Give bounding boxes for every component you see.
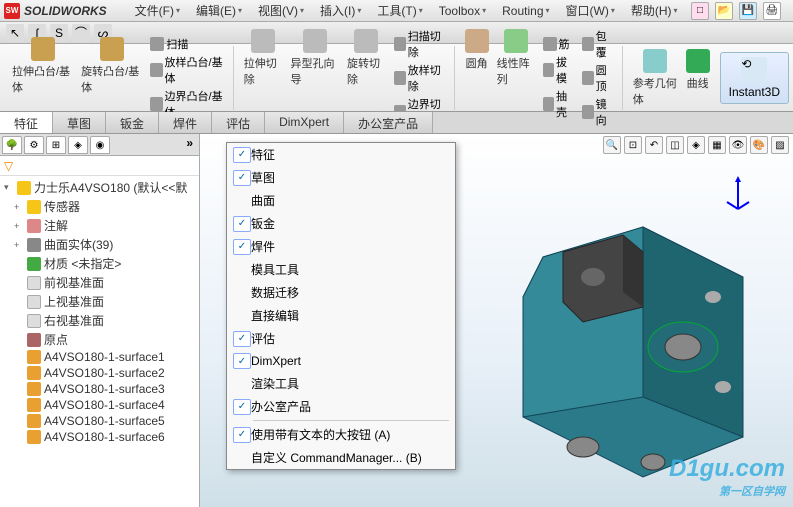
feature-tree: ▾力士乐A4VSO180 (默认<<默 +传感器+注解+曲面实体(39)材质 <… (0, 176, 199, 507)
menubar: SW SOLIDWORKS 文件(F)▾ 编辑(E)▾ 视图(V)▾ 插入(I)… (0, 0, 793, 22)
menu-view[interactable]: 视图(V)▾ (250, 0, 312, 21)
qat-open-button[interactable]: 📂 (715, 2, 733, 20)
loft-cut-button[interactable]: 放样切除 (390, 61, 450, 95)
context-menu-item[interactable]: 自定义 CommandManager... (B) (227, 446, 455, 469)
filter-icon[interactable]: ▽ (4, 159, 13, 173)
panel-tab-config[interactable]: ⊞ (46, 136, 66, 154)
menu-file[interactable]: 文件(F)▾ (127, 0, 188, 21)
zoom-area-button[interactable]: ⊡ (624, 136, 642, 154)
context-menu-item[interactable]: ✓DimXpert (227, 350, 455, 372)
watermark: D1gu.com 第一区自学网 (669, 455, 785, 499)
context-menu-separator (253, 420, 449, 421)
menu-window[interactable]: 窗口(W)▾ (558, 0, 623, 21)
context-menu-item[interactable]: ✓使用带有文本的大按钮 (A) (227, 423, 455, 446)
qat-new-button[interactable]: □ (691, 2, 709, 20)
fillet-button[interactable]: 圆角 (461, 27, 493, 129)
panel-tab-props[interactable]: ⚙ (24, 136, 44, 154)
menu-edit[interactable]: 编辑(E)▾ (188, 0, 250, 21)
app-title: SOLIDWORKS (24, 4, 107, 18)
command-manager-tabs: 特征 草图 钣金 焊件 评估 DimXpert 办公室产品 (0, 112, 793, 134)
tree-item[interactable]: A4VSO180-1-surface4 (2, 397, 197, 413)
context-menu-item[interactable]: 直接编辑 (227, 304, 455, 327)
curves-button[interactable]: 曲线 (682, 47, 714, 109)
context-menu-item[interactable]: ✓钣金 (227, 212, 455, 235)
tab-evaluate[interactable]: 评估 (212, 112, 265, 133)
extrude-boss-button[interactable]: 拉伸凸台/基体 (8, 35, 77, 121)
menu-toolbox[interactable]: Toolbox▾ (431, 2, 494, 20)
tree-item[interactable]: 材质 <未指定> (2, 254, 197, 273)
ref-geometry-button[interactable]: 参考几何体 (629, 47, 682, 109)
context-menu-item[interactable]: 数据迁移 (227, 281, 455, 304)
tab-sketch[interactable]: 草图 (53, 112, 106, 133)
ribbon: 拉伸凸台/基体 旋转凸台/基体 扫描 放样凸台/基体 边界凸台/基体 拉伸切除 … (0, 44, 793, 112)
panel-tabs: 🌳 ⚙ ⊞ ◈ ◉ » (0, 134, 199, 156)
context-menu-item[interactable]: 模具工具 (227, 258, 455, 281)
qat-print-button[interactable]: 🖨 (763, 2, 781, 20)
menu-help[interactable]: 帮助(H)▾ (623, 0, 686, 21)
zoom-fit-button[interactable]: 🔍 (603, 136, 621, 154)
heads-up-toolbar: 🔍 ⊡ ↶ ◫ ◈ ▦ 👁 🎨 ▨ (603, 136, 789, 154)
tab-office[interactable]: 办公室产品 (344, 112, 433, 133)
instant3d-button[interactable]: ⟲ Instant3D (720, 52, 789, 104)
context-menu-item[interactable]: 曲面 (227, 189, 455, 212)
menu-insert[interactable]: 插入(I)▾ (312, 0, 369, 21)
panel-collapse-button[interactable]: » (182, 136, 197, 153)
panel-tab-tree[interactable]: 🌳 (2, 136, 22, 154)
context-menu-item[interactable]: ✓评估 (227, 327, 455, 350)
app-logo: SW (4, 3, 20, 19)
tree-item[interactable]: A4VSO180-1-surface5 (2, 413, 197, 429)
display-style-button[interactable]: ▦ (708, 136, 726, 154)
context-menu-item[interactable]: 渲染工具 (227, 372, 455, 395)
dome-button[interactable]: 圆顶 (578, 61, 618, 95)
tab-sheetmetal[interactable]: 钣金 (106, 112, 159, 133)
menu-tools[interactable]: 工具(T)▾ (369, 0, 430, 21)
tree-item[interactable]: 前视基准面 (2, 273, 197, 292)
tab-context-menu: ✓特征✓草图曲面✓钣金✓焊件模具工具数据迁移直接编辑✓评估✓DimXpert渲染… (226, 142, 456, 470)
revolve-boss-button[interactable]: 旋转凸台/基体 (77, 35, 146, 121)
filter-row: ▽ (0, 156, 199, 176)
wrap-button[interactable]: 包覆 (578, 27, 618, 61)
linear-pattern-button[interactable]: 线性阵列 (493, 27, 539, 129)
hide-show-button[interactable]: 👁 (729, 136, 747, 154)
tree-item[interactable]: A4VSO180-1-surface3 (2, 381, 197, 397)
panel-tab-dim[interactable]: ◈ (68, 136, 88, 154)
tree-item[interactable]: +曲面实体(39) (2, 235, 197, 254)
context-menu-item[interactable]: ✓特征 (227, 143, 455, 166)
qat-save-button[interactable]: 💾 (739, 2, 757, 20)
context-menu-item[interactable]: ✓焊件 (227, 235, 455, 258)
tree-item[interactable]: A4VSO180-1-surface6 (2, 429, 197, 445)
tab-dimxpert[interactable]: DimXpert (265, 112, 344, 133)
tree-root[interactable]: ▾力士乐A4VSO180 (默认<<默 (2, 178, 197, 197)
tree-item[interactable]: A4VSO180-1-surface2 (2, 365, 197, 381)
appearance-button[interactable]: 🎨 (750, 136, 768, 154)
tree-item[interactable]: 上视基准面 (2, 292, 197, 311)
loft-boss-button[interactable]: 放样凸台/基体 (146, 53, 228, 87)
tree-item[interactable]: 原点 (2, 330, 197, 349)
menu-routing[interactable]: Routing▾ (494, 2, 557, 20)
mirror-button[interactable]: 镜向 (578, 95, 618, 129)
tree-item[interactable]: +注解 (2, 216, 197, 235)
sweep-cut-button[interactable]: 扫描切除 (390, 27, 450, 61)
feature-manager-panel: 🌳 ⚙ ⊞ ◈ ◉ » ▽ ▾力士乐A4VSO180 (默认<<默 +传感器+注… (0, 134, 200, 507)
rib-button[interactable]: 筋 (539, 35, 579, 53)
tab-features[interactable]: 特征 (0, 112, 53, 133)
model-render (403, 197, 783, 497)
tree-item[interactable]: A4VSO180-1-surface1 (2, 349, 197, 365)
quick-access-toolbar: □ 📂 💾 🖨 (691, 2, 789, 20)
section-view-button[interactable]: ◫ (666, 136, 684, 154)
draft-button[interactable]: 拔模 (539, 53, 579, 87)
context-menu-item[interactable]: ✓草图 (227, 166, 455, 189)
shell-button[interactable]: 抽壳 (539, 87, 579, 121)
sweep-boss-button[interactable]: 扫描 (146, 35, 228, 53)
view-orient-button[interactable]: ◈ (687, 136, 705, 154)
tree-item[interactable]: +传感器 (2, 197, 197, 216)
scene-button[interactable]: ▨ (771, 136, 789, 154)
context-menu-item[interactable]: ✓办公室产品 (227, 395, 455, 418)
tree-item[interactable]: 右视基准面 (2, 311, 197, 330)
panel-tab-disp[interactable]: ◉ (90, 136, 110, 154)
tab-weldments[interactable]: 焊件 (159, 112, 212, 133)
prev-view-button[interactable]: ↶ (645, 136, 663, 154)
